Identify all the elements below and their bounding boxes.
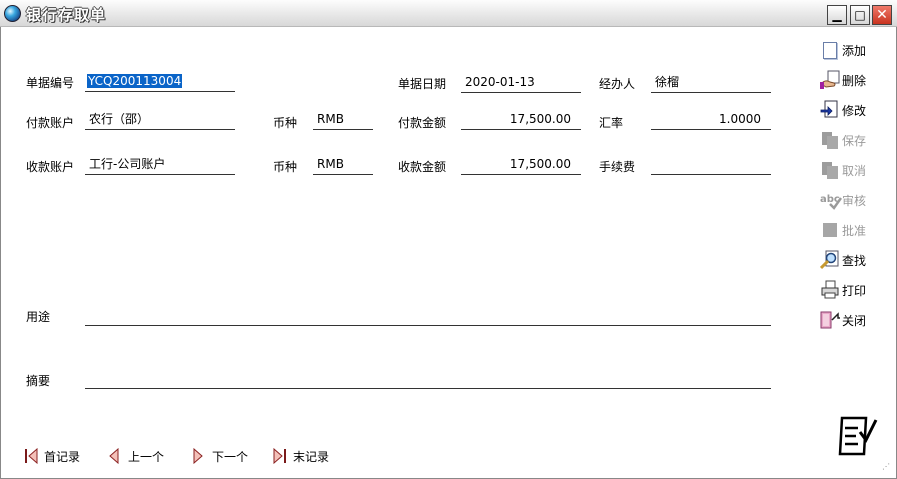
recv-amount-label: 收款金额 xyxy=(398,160,447,174)
globe-app-icon xyxy=(4,5,21,22)
delete-label: 删除 xyxy=(842,73,867,88)
exit-door-icon xyxy=(820,310,840,330)
last-record-button[interactable]: 末记录 xyxy=(273,447,329,465)
pay-account-label: 付款账户 xyxy=(26,116,75,130)
next-record-icon xyxy=(192,447,206,465)
search-icon xyxy=(819,250,840,270)
rate-field[interactable]: 1.0000 xyxy=(651,110,771,130)
title-bar: 银行存取单 ▁ □ ✕ xyxy=(0,0,897,27)
cancel-button[interactable]: 取消 xyxy=(820,159,866,181)
maximize-button[interactable]: □ xyxy=(850,5,870,25)
first-record-label: 首记录 xyxy=(44,449,81,464)
print-button[interactable]: 打印 xyxy=(820,279,866,301)
prev-record-icon xyxy=(108,447,122,465)
audit-abc-icon: abc xyxy=(820,190,843,210)
first-record-icon xyxy=(24,447,38,465)
checklist-icon xyxy=(838,414,878,458)
pay-currency-field[interactable]: RMB xyxy=(313,110,373,130)
add-label: 添加 xyxy=(842,43,867,58)
pay-amount-field[interactable]: 17,500.00 xyxy=(461,110,581,130)
doc-date-label: 单据日期 xyxy=(398,77,447,91)
pay-account-field[interactable]: 农行（邵） xyxy=(85,110,235,130)
delete-button[interactable]: 删除 xyxy=(820,69,866,91)
recv-amount-field[interactable]: 17,500.00 xyxy=(461,155,581,175)
find-label: 查找 xyxy=(842,253,867,268)
audit-button[interactable]: abc 审核 xyxy=(820,189,866,211)
save-icon xyxy=(820,130,840,150)
next-record-button[interactable]: 下一个 xyxy=(192,447,248,465)
print-label: 打印 xyxy=(842,283,867,298)
minimize-icon: ▁ xyxy=(832,8,842,22)
purpose-label: 用途 xyxy=(26,310,51,324)
resize-grip-icon[interactable]: ⋰ xyxy=(882,462,890,471)
pay-amount-label: 付款金额 xyxy=(398,116,447,130)
summary-field[interactable] xyxy=(85,369,771,389)
doc-no-label: 单据编号 xyxy=(26,76,75,90)
doc-no-value: YCQ200113004 xyxy=(87,74,183,88)
handler-label: 经办人 xyxy=(599,77,636,91)
edit-document-icon xyxy=(820,100,840,120)
new-document-icon xyxy=(823,41,837,59)
handler-field[interactable]: 徐榴 xyxy=(651,73,771,93)
minimize-button[interactable]: ▁ xyxy=(827,5,847,25)
maximize-icon: □ xyxy=(854,8,866,22)
first-record-button[interactable]: 首记录 xyxy=(24,447,80,465)
recv-currency-field[interactable]: RMB xyxy=(313,155,373,175)
pay-currency-label: 币种 xyxy=(273,116,298,130)
delete-hand-icon xyxy=(820,70,840,90)
next-record-label: 下一个 xyxy=(212,449,249,464)
edit-label: 修改 xyxy=(842,103,867,118)
save-button[interactable]: 保存 xyxy=(820,129,866,151)
recv-currency-label: 币种 xyxy=(273,160,298,174)
cancel-icon xyxy=(820,160,840,180)
doc-date-field[interactable]: 2020-01-13 xyxy=(461,73,581,93)
fee-label: 手续费 xyxy=(599,160,636,174)
audit-label: 审核 xyxy=(842,193,867,208)
recv-account-field[interactable]: 工行-公司账户 xyxy=(85,155,235,175)
last-record-label: 末记录 xyxy=(293,449,330,464)
approve-label: 批准 xyxy=(842,223,867,238)
close-button[interactable]: 关闭 xyxy=(820,309,866,331)
find-button[interactable]: 查找 xyxy=(819,249,867,271)
save-label: 保存 xyxy=(842,133,867,148)
approve-button[interactable]: 批准 xyxy=(820,219,866,241)
close-label: 关闭 xyxy=(842,313,867,328)
close-icon: ✕ xyxy=(876,7,888,23)
summary-label: 摘要 xyxy=(26,374,51,388)
edit-button[interactable]: 修改 xyxy=(820,99,866,121)
window-title: 银行存取单 xyxy=(26,6,107,24)
purpose-field[interactable] xyxy=(85,306,771,326)
prev-record-button[interactable]: 上一个 xyxy=(108,447,164,465)
close-window-button[interactable]: ✕ xyxy=(872,5,892,25)
window-body xyxy=(0,27,897,479)
doc-no-field[interactable]: YCQ200113004 xyxy=(85,72,235,92)
prev-record-label: 上一个 xyxy=(128,449,165,464)
fee-field[interactable] xyxy=(651,155,771,175)
cancel-label: 取消 xyxy=(842,163,867,178)
printer-icon xyxy=(820,280,840,300)
add-button[interactable]: 添加 xyxy=(820,39,866,61)
last-record-icon xyxy=(273,447,287,465)
approve-icon xyxy=(823,223,837,237)
recv-account-label: 收款账户 xyxy=(26,160,75,174)
rate-label: 汇率 xyxy=(599,116,624,130)
